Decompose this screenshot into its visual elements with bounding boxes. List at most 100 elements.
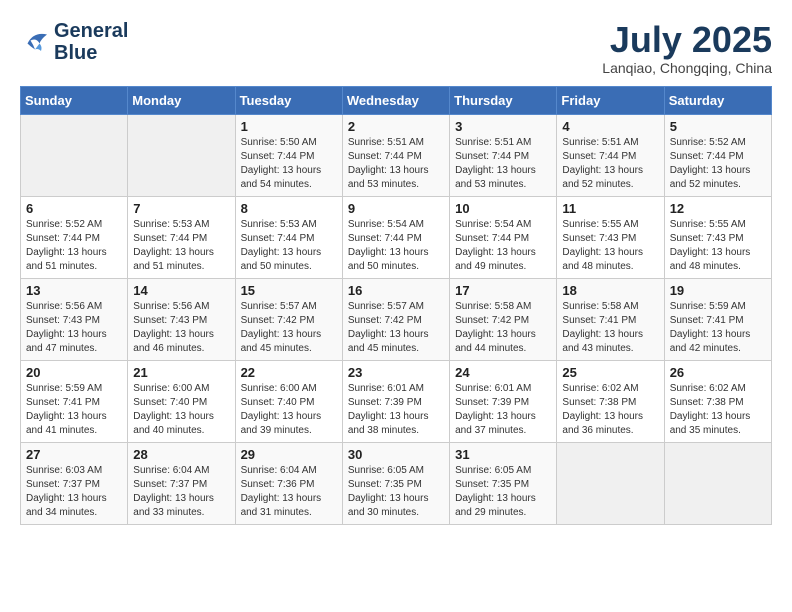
- day-info: Sunrise: 5:52 AM Sunset: 7:44 PM Dayligh…: [26, 218, 122, 274]
- day-number: 22: [241, 365, 337, 380]
- day-info: Sunrise: 6:01 AM Sunset: 7:39 PM Dayligh…: [348, 382, 444, 438]
- day-number: 6: [26, 201, 122, 216]
- weekday-saturday: Saturday: [664, 86, 771, 114]
- calendar-table: SundayMondayTuesdayWednesdayThursdayFrid…: [20, 86, 772, 525]
- day-info: Sunrise: 5:51 AM Sunset: 7:44 PM Dayligh…: [348, 136, 444, 192]
- calendar-cell: 5Sunrise: 5:52 AM Sunset: 7:44 PM Daylig…: [664, 114, 771, 196]
- day-number: 1: [241, 119, 337, 134]
- calendar-cell: 23Sunrise: 6:01 AM Sunset: 7:39 PM Dayli…: [342, 360, 449, 442]
- calendar-cell: 21 Sunrise: 6:00 AM Sunset: 7:40 PM Dayli…: [128, 360, 235, 442]
- day-number: 10: [455, 201, 551, 216]
- calendar-cell: 24 Sunrise: 6:01 AM Sunset: 7:39 PM Dayli…: [450, 360, 557, 442]
- calendar-cell: [664, 442, 771, 524]
- calendar-cell: 27 Sunrise: 6:03 AM Sunset: 7:37 PM Dayli…: [21, 442, 128, 524]
- day-info: Sunrise: 5:59 AM Sunset: 7:41 PM Dayligh…: [670, 300, 766, 356]
- calendar-cell: 19 Sunrise: 5:59 AM Sunset: 7:41 PM Dayli…: [664, 278, 771, 360]
- calendar-cell: 25Sunrise: 6:02 AM Sunset: 7:38 PM Dayli…: [557, 360, 664, 442]
- calendar-week-2: 6 Sunrise: 5:52 AM Sunset: 7:44 PM Daylig…: [21, 196, 772, 278]
- day-number: 29: [241, 447, 337, 462]
- day-number: 11: [562, 201, 658, 216]
- logo-text: General Blue: [54, 20, 128, 64]
- weekday-header-row: SundayMondayTuesdayWednesdayThursdayFrid…: [21, 86, 772, 114]
- calendar-cell: 30 Sunrise: 6:05 AM Sunset: 7:35 PM Dayli…: [342, 442, 449, 524]
- day-info: Sunrise: 6:00 AM Sunset: 7:40 PM Dayligh…: [133, 382, 229, 438]
- day-number: 19: [670, 283, 766, 298]
- calendar-cell: 26 Sunrise: 6:02 AM Sunset: 7:38 PM Dayli…: [664, 360, 771, 442]
- page-header: General Blue July 2025 Lanqiao, Chongqin…: [20, 20, 772, 76]
- day-info: Sunrise: 5:54 AM Sunset: 7:44 PM Dayligh…: [348, 218, 444, 274]
- weekday-friday: Friday: [557, 86, 664, 114]
- calendar-cell: [557, 442, 664, 524]
- day-info: Sunrise: 5:55 AM Sunset: 7:43 PM Dayligh…: [562, 218, 658, 274]
- day-number: 24: [455, 365, 551, 380]
- day-info: Sunrise: 5:56 AM Sunset: 7:43 PM Dayligh…: [26, 300, 122, 356]
- day-number: 30: [348, 447, 444, 462]
- day-info: Sunrise: 6:02 AM Sunset: 7:38 PM Dayligh…: [562, 382, 658, 438]
- calendar-cell: 16 Sunrise: 5:57 AM Sunset: 7:42 PM Dayli…: [342, 278, 449, 360]
- calendar-week-1: 1 Sunrise: 5:50 AM Sunset: 7:44 PM Daylig…: [21, 114, 772, 196]
- calendar-cell: 12Sunrise: 5:55 AM Sunset: 7:43 PM Dayli…: [664, 196, 771, 278]
- weekday-tuesday: Tuesday: [235, 86, 342, 114]
- day-info: Sunrise: 5:54 AM Sunset: 7:44 PM Dayligh…: [455, 218, 551, 274]
- calendar-cell: 15Sunrise: 5:57 AM Sunset: 7:42 PM Dayli…: [235, 278, 342, 360]
- day-info: Sunrise: 5:57 AM Sunset: 7:42 PM Dayligh…: [348, 300, 444, 356]
- day-info: Sunrise: 5:58 AM Sunset: 7:41 PM Dayligh…: [562, 300, 658, 356]
- calendar-cell: 2 Sunrise: 5:51 AM Sunset: 7:44 PM Daylig…: [342, 114, 449, 196]
- day-info: Sunrise: 6:05 AM Sunset: 7:35 PM Dayligh…: [455, 464, 551, 520]
- calendar-cell: 14Sunrise: 5:56 AM Sunset: 7:43 PM Dayli…: [128, 278, 235, 360]
- day-number: 8: [241, 201, 337, 216]
- day-info: Sunrise: 6:01 AM Sunset: 7:39 PM Dayligh…: [455, 382, 551, 438]
- calendar-cell: 31 Sunrise: 6:05 AM Sunset: 7:35 PM Dayli…: [450, 442, 557, 524]
- weekday-sunday: Sunday: [21, 86, 128, 114]
- day-number: 16: [348, 283, 444, 298]
- day-info: Sunrise: 6:03 AM Sunset: 7:37 PM Dayligh…: [26, 464, 122, 520]
- calendar-cell: 4 Sunrise: 5:51 AM Sunset: 7:44 PM Daylig…: [557, 114, 664, 196]
- calendar-cell: 22 Sunrise: 6:00 AM Sunset: 7:40 PM Dayli…: [235, 360, 342, 442]
- calendar-cell: 29 Sunrise: 6:04 AM Sunset: 7:36 PM Dayli…: [235, 442, 342, 524]
- calendar-week-3: 13 Sunrise: 5:56 AM Sunset: 7:43 PM Dayli…: [21, 278, 772, 360]
- day-number: 21: [133, 365, 229, 380]
- month-title: July 2025: [602, 20, 772, 60]
- calendar-cell: 28 Sunrise: 6:04 AM Sunset: 7:37 PM Dayli…: [128, 442, 235, 524]
- calendar-cell: 6 Sunrise: 5:52 AM Sunset: 7:44 PM Daylig…: [21, 196, 128, 278]
- day-number: 13: [26, 283, 122, 298]
- day-number: 17: [455, 283, 551, 298]
- day-number: 31: [455, 447, 551, 462]
- day-info: Sunrise: 6:04 AM Sunset: 7:36 PM Dayligh…: [241, 464, 337, 520]
- day-info: Sunrise: 6:00 AM Sunset: 7:40 PM Dayligh…: [241, 382, 337, 438]
- day-number: 14: [133, 283, 229, 298]
- calendar-week-4: 20 Sunrise: 5:59 AM Sunset: 7:41 PM Dayli…: [21, 360, 772, 442]
- calendar-cell: 17Sunrise: 5:58 AM Sunset: 7:42 PM Dayli…: [450, 278, 557, 360]
- day-info: Sunrise: 5:51 AM Sunset: 7:44 PM Dayligh…: [562, 136, 658, 192]
- day-number: 9: [348, 201, 444, 216]
- calendar-cell: 9 Sunrise: 5:54 AM Sunset: 7:44 PM Daylig…: [342, 196, 449, 278]
- day-number: 3: [455, 119, 551, 134]
- day-number: 26: [670, 365, 766, 380]
- weekday-monday: Monday: [128, 86, 235, 114]
- day-number: 27: [26, 447, 122, 462]
- day-info: Sunrise: 5:53 AM Sunset: 7:44 PM Dayligh…: [133, 218, 229, 274]
- day-info: Sunrise: 6:05 AM Sunset: 7:35 PM Dayligh…: [348, 464, 444, 520]
- logo-bird-icon: [20, 28, 50, 56]
- day-info: Sunrise: 6:04 AM Sunset: 7:37 PM Dayligh…: [133, 464, 229, 520]
- calendar-week-5: 27 Sunrise: 6:03 AM Sunset: 7:37 PM Dayli…: [21, 442, 772, 524]
- calendar-cell: 8 Sunrise: 5:53 AM Sunset: 7:44 PM Daylig…: [235, 196, 342, 278]
- day-number: 4: [562, 119, 658, 134]
- title-block: July 2025 Lanqiao, Chongqing, China: [602, 20, 772, 76]
- calendar-cell: 7Sunrise: 5:53 AM Sunset: 7:44 PM Daylig…: [128, 196, 235, 278]
- calendar-cell: 11 Sunrise: 5:55 AM Sunset: 7:43 PM Dayli…: [557, 196, 664, 278]
- calendar-cell: [21, 114, 128, 196]
- day-info: Sunrise: 5:51 AM Sunset: 7:44 PM Dayligh…: [455, 136, 551, 192]
- day-info: Sunrise: 5:50 AM Sunset: 7:44 PM Dayligh…: [241, 136, 337, 192]
- day-info: Sunrise: 5:52 AM Sunset: 7:44 PM Dayligh…: [670, 136, 766, 192]
- day-info: Sunrise: 5:53 AM Sunset: 7:44 PM Dayligh…: [241, 218, 337, 274]
- calendar-cell: 10 Sunrise: 5:54 AM Sunset: 7:44 PM Dayli…: [450, 196, 557, 278]
- day-number: 20: [26, 365, 122, 380]
- location: Lanqiao, Chongqing, China: [602, 60, 772, 76]
- day-number: 2: [348, 119, 444, 134]
- day-info: Sunrise: 6:02 AM Sunset: 7:38 PM Dayligh…: [670, 382, 766, 438]
- day-number: 28: [133, 447, 229, 462]
- day-info: Sunrise: 5:59 AM Sunset: 7:41 PM Dayligh…: [26, 382, 122, 438]
- day-number: 15: [241, 283, 337, 298]
- calendar-cell: 1 Sunrise: 5:50 AM Sunset: 7:44 PM Daylig…: [235, 114, 342, 196]
